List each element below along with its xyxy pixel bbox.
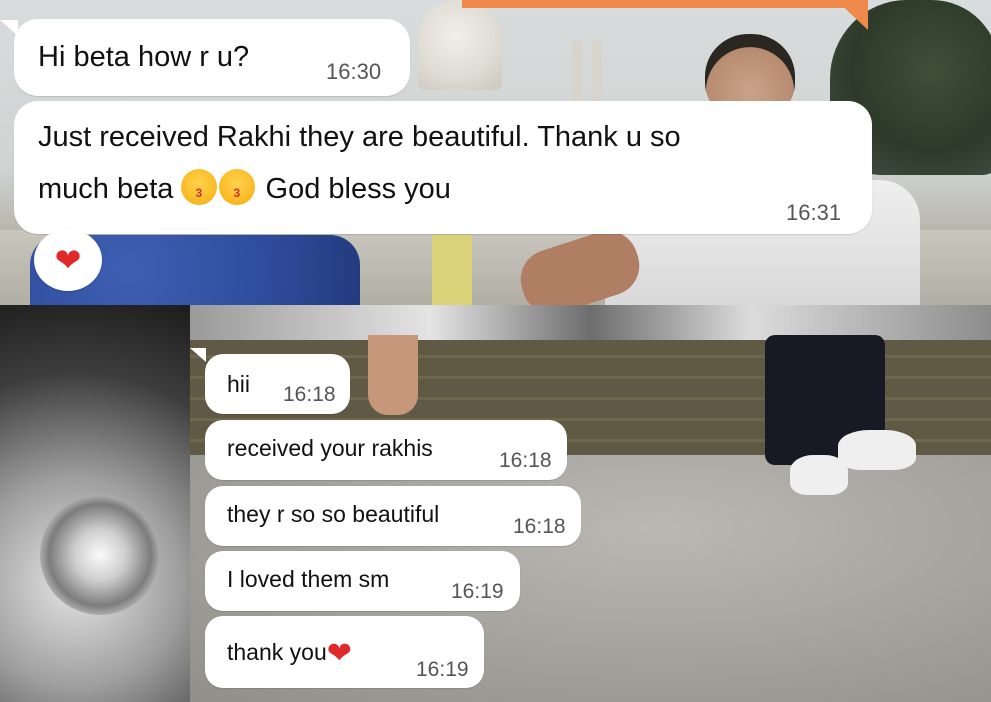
- message-bubble[interactable]: thank you❤ 16:19: [205, 616, 484, 688]
- message-text: I loved them sm: [227, 566, 390, 592]
- message-bubble[interactable]: received your rakhis 16:18: [205, 420, 567, 480]
- message-text: thank you: [227, 639, 327, 665]
- yellow-wall: [432, 235, 472, 305]
- message-text: much beta: [38, 173, 174, 205]
- message-time: 16:19: [451, 580, 504, 603]
- message-text: they r so so beautiful: [227, 501, 440, 527]
- message-bubble[interactable]: hii 16:18: [205, 354, 350, 414]
- kissing-face-icon: [181, 169, 218, 205]
- message-text: God bless you: [265, 173, 451, 205]
- message-text: received your rakhis: [227, 435, 433, 461]
- heart-reaction-icon[interactable]: ❤: [34, 229, 102, 291]
- message-bubble[interactable]: Just received Rakhi they are beautiful. …: [14, 101, 872, 234]
- message-text-line2: much beta God bless you: [38, 169, 451, 206]
- message-time: 16:18: [283, 383, 336, 406]
- orange-bubble-edge: [462, 0, 868, 8]
- minaret: [572, 40, 582, 110]
- message-bubble[interactable]: Hi beta how r u? 16:30: [14, 19, 410, 96]
- message-bubble[interactable]: they r so so beautiful 16:18: [205, 486, 581, 546]
- minaret: [592, 40, 602, 110]
- heart-emoji-icon: ❤: [326, 637, 352, 670]
- message-text-line1: Just received Rakhi they are beautiful. …: [38, 121, 681, 153]
- rose-flower: [40, 495, 160, 615]
- message-time: 16:18: [499, 449, 552, 472]
- message-time: 16:31: [786, 200, 842, 225]
- bubble-tail: [190, 348, 206, 362]
- taj-mahal-dome: [418, 0, 502, 90]
- message-text: hii: [227, 371, 251, 397]
- kissing-face-icon: [219, 169, 256, 205]
- message-time: 16:19: [416, 658, 469, 681]
- person-leg: [368, 335, 418, 415]
- heart-icon: ❤: [54, 242, 82, 278]
- message-text: Hi beta how r u?: [38, 41, 250, 73]
- sneaker: [838, 430, 916, 470]
- message-text-line: thank you❤: [227, 636, 352, 671]
- message-time: 16:18: [513, 515, 566, 538]
- message-time: 16:30: [326, 59, 382, 84]
- message-bubble[interactable]: I loved them sm 16:19: [205, 551, 520, 611]
- orange-bubble-tail: [836, 0, 868, 30]
